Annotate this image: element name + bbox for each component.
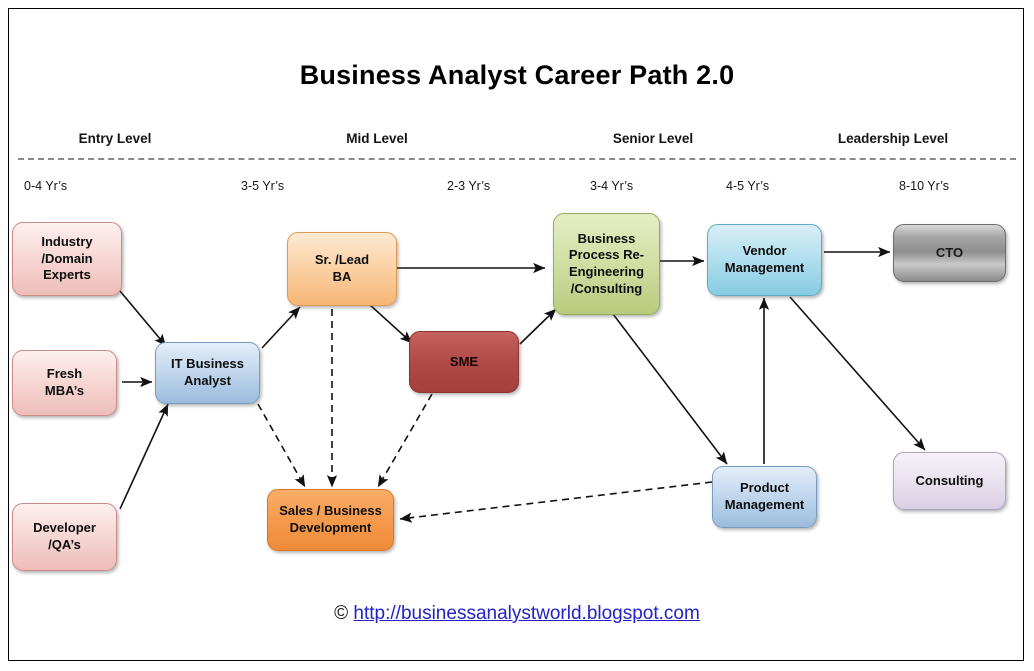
node-label-consulting: Consulting [915,472,984,488]
node-label-business-process-re-engineering: Business Process Re- Engineering/Consultin… [568,230,645,296]
node-cto[interactable]: CTO [893,224,1006,282]
node-label-cto: CTO [935,244,964,260]
node-label-industry-domain-experts: Industry/Domain Experts [41,234,93,283]
node-label-it-business-analyst: IT Business Analyst [171,356,244,388]
node-business-process-re-engineering[interactable]: Business Process Re- Engineering/Consultin… [553,213,660,315]
node-product-management[interactable]: Product Management [712,466,817,528]
edge-vendor-to-consulting [789,296,926,451]
node-label-fresh-mbas: Fresh MBA’s [44,366,85,398]
edge-developer-to-itba [119,403,169,510]
footer: © http://businessanalystworld.blogspot.c… [0,603,1034,625]
node-vendor-management[interactable]: Vendor Management [707,224,822,296]
edge-itba-to-sales-dashed [257,403,306,488]
node-sales-business-development[interactable]: Sales / Business Development [267,489,394,551]
copyright-symbol: © [334,603,349,624]
edge-srba-to-sme [369,304,413,344]
node-label-developer-qas: Developer/QA’s [33,520,96,552]
edge-sme-to-bpr [519,308,557,345]
edge-bpr-to-product [612,313,728,465]
edge-itba-to-srba [261,306,301,349]
node-consulting[interactable]: Consulting [893,452,1006,510]
node-it-business-analyst[interactable]: IT Business Analyst [155,342,260,404]
node-label-sales-business-development: Sales / Business Development [279,503,382,535]
node-sme[interactable]: SME [409,331,519,393]
node-sr-lead-ba[interactable]: Sr. /Lead BA [287,232,397,306]
node-developer-qas[interactable]: Developer/QA’s [12,503,117,571]
node-label-vendor-management: Vendor Management [724,243,805,275]
edge-sme-to-sales-dashed [377,393,433,488]
node-label-sme: SME [449,353,479,369]
edge-industry-to-itba [119,290,167,347]
node-label-product-management: Product Management [724,480,805,512]
blog-url-link[interactable]: http://businessanalystworld.blogspot.com [353,603,699,624]
node-industry-domain-experts[interactable]: Industry/Domain Experts [12,222,122,296]
node-fresh-mbas[interactable]: Fresh MBA’s [12,350,117,416]
node-label-sr-lead-ba: Sr. /Lead BA [314,252,370,284]
edge-product-to-sales-dashed [399,481,713,523]
